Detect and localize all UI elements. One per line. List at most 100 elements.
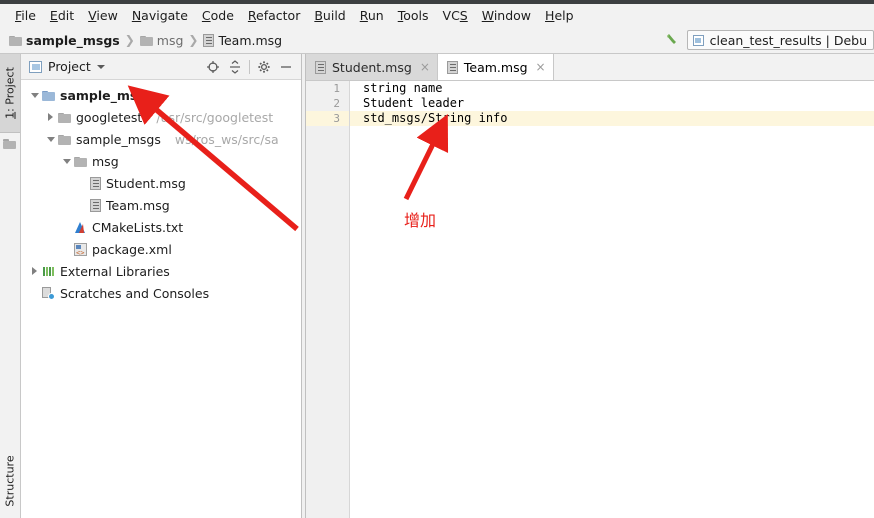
libraries-icon — [42, 265, 55, 278]
close-icon[interactable]: × — [420, 61, 430, 73]
tree-item-label: CMakeLists.txt — [92, 219, 184, 235]
navbar-right-controls: clean_test_results | Debu — [663, 30, 874, 50]
code-lines[interactable]: string name Student leader std_msgs/Stri… — [351, 81, 874, 518]
tree-row[interactable]: Scratches and Consoles — [21, 282, 301, 304]
chevron-down-icon[interactable] — [96, 64, 105, 69]
menu-item-edit[interactable]: Edit — [43, 6, 81, 26]
code-line[interactable]: string name — [351, 81, 874, 96]
breadcrumb-separator: ❯ — [188, 33, 199, 47]
folder-icon — [9, 35, 22, 46]
project-window-icon — [29, 60, 42, 73]
tree-item-label: sample_msgs — [60, 87, 154, 103]
project-panel-header: Project — [21, 54, 301, 80]
menu-item-vcs[interactable]: VCS — [436, 6, 475, 26]
menu-bar: File Edit View Navigate Code Refactor Bu… — [0, 4, 874, 27]
project-tree[interactable]: sample_msgs googletest /usr/src/googlete… — [21, 80, 301, 518]
tree-item-label: package.xml — [92, 241, 172, 257]
editor-tab-team[interactable]: Team.msg × — [437, 54, 554, 80]
code-line[interactable]: Student leader — [351, 96, 874, 111]
msg-file-icon — [90, 198, 101, 212]
msg-file-icon — [315, 60, 326, 74]
tree-row[interactable]: Student.msg — [21, 172, 301, 194]
left-tool-window-strip: 1: Project Structure — [0, 54, 21, 518]
msg-file-icon — [446, 60, 458, 74]
expand-toggle-icon[interactable] — [43, 128, 58, 150]
locate-target-icon[interactable] — [202, 57, 224, 77]
tree-item-label: msg — [92, 153, 119, 169]
editor-tab-label: Student.msg — [332, 59, 412, 75]
menu-item-window[interactable]: Window — [475, 6, 538, 26]
editor-tab-bar: Student.msg × Team.msg × — [306, 54, 874, 81]
run-config-label: clean_test_results | Debu — [709, 32, 867, 48]
tree-item-label: Student.msg — [106, 175, 186, 191]
tool-window-button-project[interactable]: 1: Project — [0, 54, 20, 133]
expand-toggle-icon[interactable] — [43, 106, 58, 128]
project-panel-toolbar — [202, 57, 297, 77]
tree-row[interactable]: Team.msg — [21, 194, 301, 216]
breadcrumb-item-project[interactable]: sample_msgs — [9, 33, 120, 48]
expand-toggle-icon[interactable] — [27, 260, 42, 282]
menu-item-code[interactable]: Code — [195, 6, 241, 26]
line-number: 3 — [306, 111, 349, 126]
minimize-icon[interactable] — [275, 57, 297, 77]
editor-gutter[interactable]: 1 2 3 — [306, 81, 350, 518]
code-line[interactable]: std_msgs/String info — [351, 111, 874, 126]
tree-row[interactable]: sample_msgs — [21, 84, 301, 106]
tool-window-structure-label: Structure — [3, 455, 17, 507]
msg-file-icon — [90, 176, 101, 190]
editor-tab-label: Team.msg — [463, 59, 528, 75]
project-panel-title-label: Project — [48, 59, 91, 74]
tree-row[interactable]: msg — [21, 150, 301, 172]
breadcrumb-separator: ❯ — [124, 33, 135, 47]
menu-item-file[interactable]: File — [8, 6, 43, 26]
run-configuration-selector[interactable]: clean_test_results | Debu — [686, 30, 874, 50]
cmake-icon — [74, 221, 87, 234]
folder-icon — [3, 138, 16, 149]
hammer-icon[interactable] — [663, 31, 681, 49]
menu-item-build[interactable]: Build — [307, 6, 352, 26]
tree-row[interactable]: CMakeLists.txt — [21, 216, 301, 238]
menu-item-tools[interactable]: Tools — [391, 6, 436, 26]
breadcrumb-item-file[interactable]: Team.msg — [203, 33, 282, 48]
project-panel-title[interactable]: Project — [29, 59, 105, 74]
expand-toggle-icon[interactable] — [27, 84, 42, 106]
xml-icon — [74, 242, 87, 257]
tree-item-path-hint: /usr/src/googletest — [156, 109, 274, 125]
tree-row[interactable]: googletest /usr/src/googletest — [21, 106, 301, 128]
tree-row[interactable]: External Libraries — [21, 260, 301, 282]
menu-item-run[interactable]: Run — [353, 6, 391, 26]
tree-item-label: sample_msgs — [76, 131, 161, 147]
tree-row[interactable]: package.xml — [21, 238, 301, 260]
tree-item-label: Scratches and Consoles — [60, 285, 210, 301]
breadcrumb-item-msg[interactable]: msg — [139, 33, 183, 48]
run-config-icon — [692, 34, 704, 46]
expand-toggle-icon[interactable] — [59, 150, 74, 172]
toolbar-divider — [249, 59, 250, 74]
tree-item-path-hint: ws/ros_ws/src/sa — [174, 131, 279, 147]
line-number: 2 — [333, 97, 340, 110]
tree-row[interactable]: sample_msgs ws/ros_ws/src/sa — [21, 128, 301, 150]
collapse-all-icon[interactable] — [224, 57, 246, 77]
line-number: 1 — [333, 82, 340, 95]
menu-item-help[interactable]: Help — [538, 6, 581, 26]
close-icon[interactable]: × — [536, 61, 546, 73]
gear-icon[interactable] — [253, 57, 275, 77]
folder-icon — [58, 112, 71, 123]
folder-icon — [58, 134, 71, 145]
menu-item-navigate[interactable]: Navigate — [125, 6, 195, 26]
msg-file-icon — [203, 33, 215, 47]
tree-item-label: Team.msg — [106, 197, 170, 213]
menu-item-view[interactable]: View — [81, 6, 125, 26]
editor-area: Student.msg × Team.msg × 1 2 3 string na… — [306, 54, 874, 518]
project-folder-icon — [42, 90, 55, 101]
folder-icon — [139, 35, 153, 46]
menu-item-refactor[interactable]: Refactor — [241, 6, 307, 26]
navigation-bar: sample_msgs ❯ msg ❯ Team.msg clean_test_… — [0, 27, 874, 54]
editor-tab-bar-filler — [553, 54, 874, 80]
breadcrumb-label: Team.msg — [218, 32, 283, 48]
folder-icon — [74, 156, 87, 167]
code-editor[interactable]: 1 2 3 string name Student leader std_msg… — [306, 81, 874, 518]
editor-tab-student[interactable]: Student.msg × — [306, 54, 438, 80]
breadcrumb: sample_msgs ❯ msg ❯ Team.msg — [0, 33, 282, 48]
tool-window-button-structure[interactable]: Structure — [0, 444, 20, 518]
